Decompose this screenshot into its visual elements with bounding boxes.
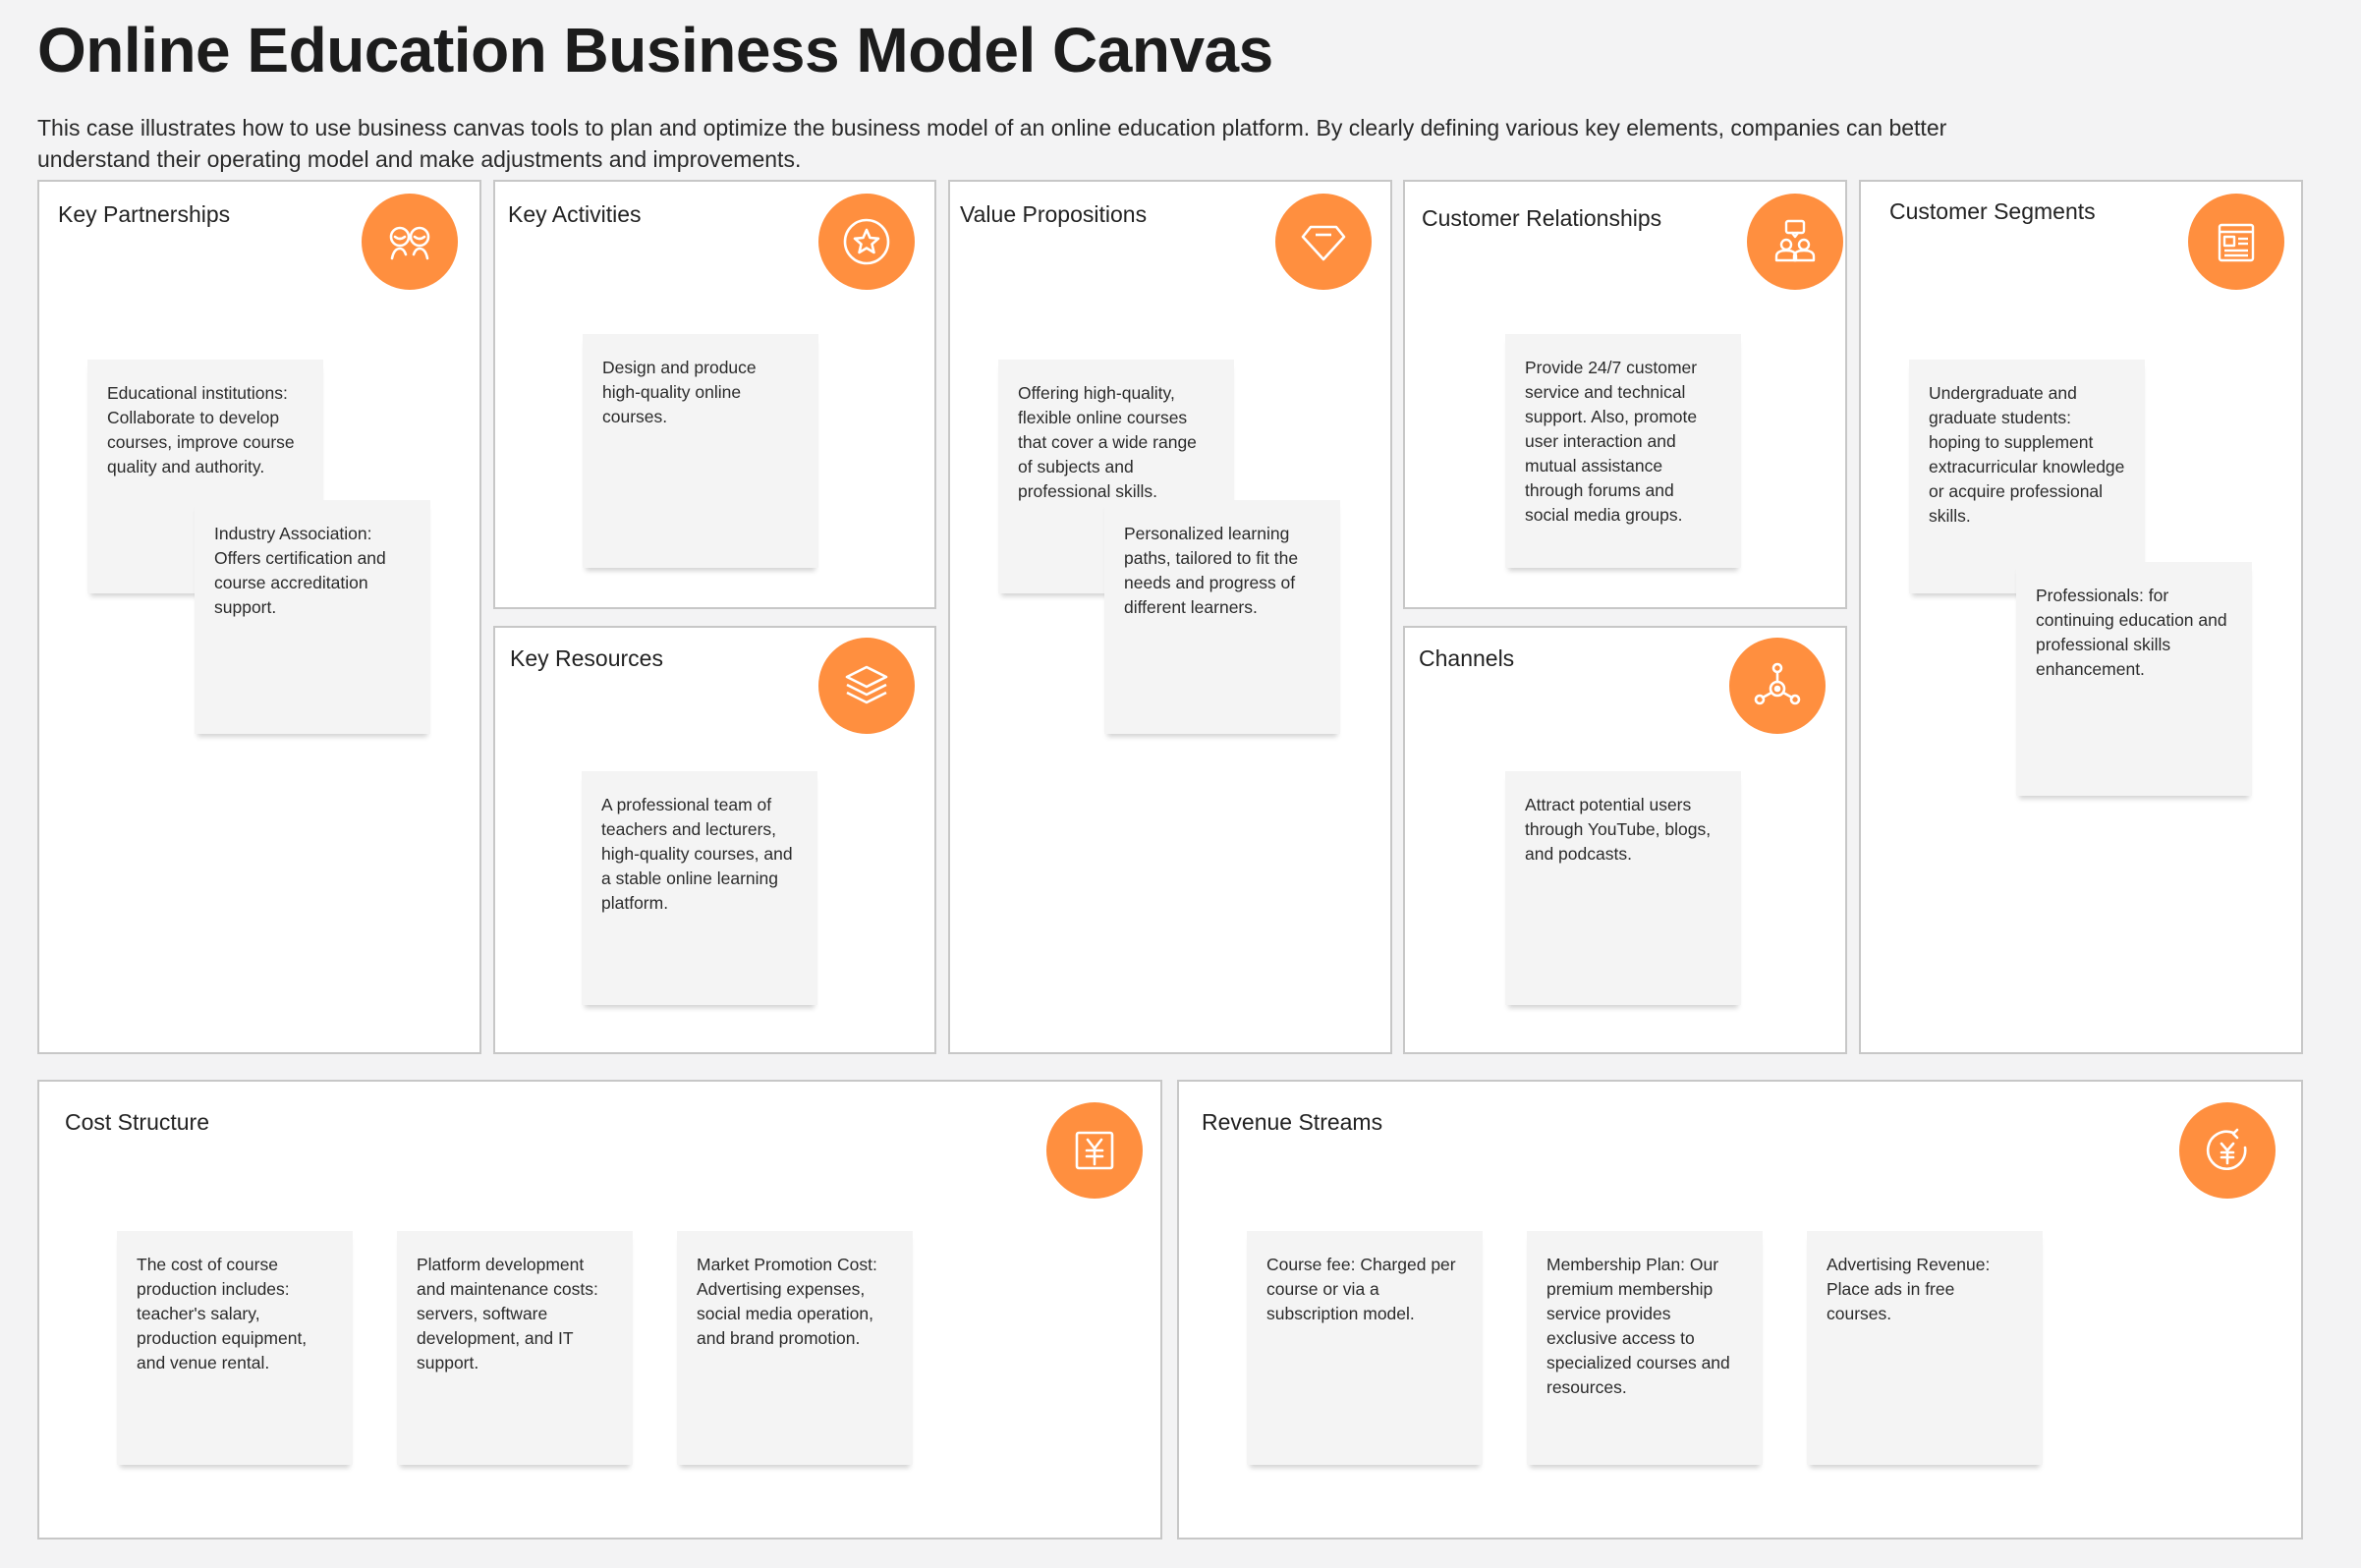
note-revenue-streams-3: Advertising Revenue: Place ads in free c…: [1807, 1231, 2043, 1465]
note-key-partnerships-2: Industry Association: Offers certificati…: [195, 500, 430, 734]
page-title: Online Education Business Model Canvas: [37, 15, 1273, 85]
id-card-icon: [2188, 194, 2284, 290]
diamond-icon: [1275, 194, 1372, 290]
block-title-key-resources: Key Resources: [510, 645, 663, 671]
network-icon: [1729, 638, 1826, 734]
block-title-revenue-streams: Revenue Streams: [1202, 1109, 1383, 1135]
people-icon: [362, 194, 458, 290]
note-customer-segments-2: Professionals: for continuing education …: [2016, 562, 2252, 796]
yen-box-icon: [1046, 1102, 1143, 1199]
yen-return-icon: [2179, 1102, 2276, 1199]
note-revenue-streams-1: Course fee: Charged per course or via a …: [1247, 1231, 1483, 1465]
note-revenue-streams-2: Membership Plan: Our premium membership …: [1527, 1231, 1763, 1465]
page-description: This case illustrates how to use busines…: [37, 115, 1947, 172]
note-cost-structure-1: The cost of course production includes: …: [117, 1231, 353, 1465]
block-title-key-activities: Key Activities: [508, 201, 642, 227]
block-title-cost-structure: Cost Structure: [65, 1109, 209, 1135]
block-title-key-partnerships: Key Partnerships: [58, 201, 231, 227]
note-key-resources-1: A professional team of teachers and lect…: [582, 771, 817, 1005]
note-value-propositions-2: Personalized learning paths, tailored to…: [1104, 500, 1340, 734]
note-cost-structure-3: Market Promotion Cost: Advertising expen…: [677, 1231, 913, 1465]
star-circle-icon: [818, 194, 915, 290]
note-customer-relationships-1: Provide 24/7 customer service and techni…: [1505, 334, 1741, 568]
note-key-activities-1: Design and produce high-quality online c…: [583, 334, 818, 568]
block-title-customer-segments: Customer Segments: [1889, 198, 2096, 224]
users-chat-icon: [1747, 194, 1843, 290]
block-title-value-propositions: Value Propositions: [960, 201, 1148, 227]
note-cost-structure-2: Platform development and maintenance cos…: [397, 1231, 633, 1465]
layers-icon: [818, 638, 915, 734]
note-customer-segments-1: Undergraduate and graduate students: hop…: [1909, 360, 2145, 593]
note-channels-1: Attract potential users through YouTube,…: [1505, 771, 1741, 1005]
block-title-customer-relationships: Customer Relationships: [1422, 205, 1662, 231]
block-title-channels: Channels: [1419, 645, 1515, 671]
